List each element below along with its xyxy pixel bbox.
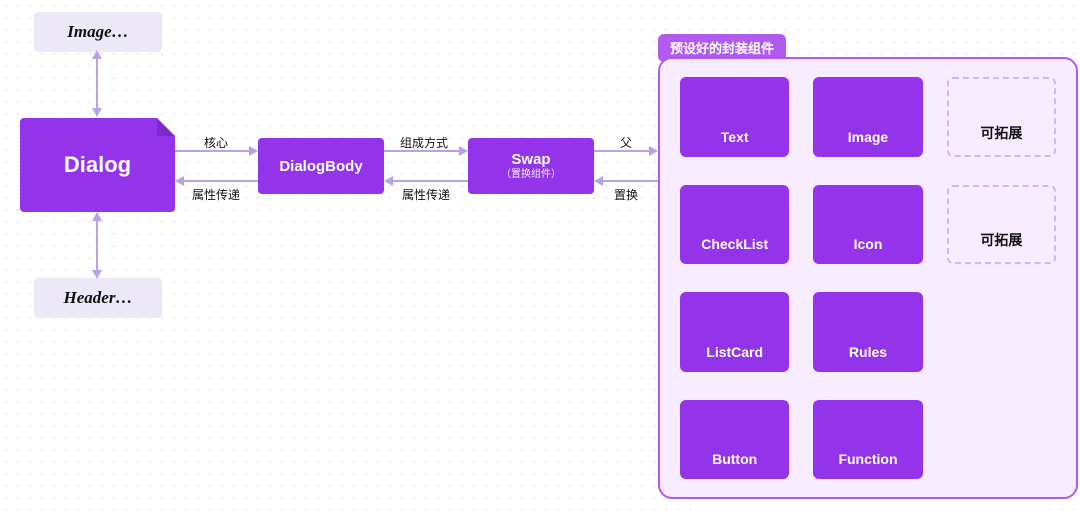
folder-empty-spacer	[947, 400, 1056, 480]
arrow-right-icon	[249, 146, 258, 156]
ghost-image-node: Image…	[34, 12, 162, 52]
swap-node: Swap （置换组件）	[468, 138, 594, 194]
folder-label: CheckList	[701, 236, 768, 252]
edge-dialog-to-image	[96, 52, 98, 112]
edge-dialog-body-bottom	[180, 180, 258, 182]
folder-label: Function	[838, 451, 897, 467]
folder-label: 可拓展	[980, 230, 1022, 250]
arrow-left-icon	[175, 176, 184, 186]
folder-extensible: 可拓展	[947, 185, 1056, 265]
folder-label: Text	[721, 129, 749, 145]
panel-grid: Text Image 可拓展 CheckList Icon 可拓展 ListCard Rule…	[680, 77, 1056, 479]
folder-label: Button	[712, 451, 757, 467]
ghost-header-label: Header…	[64, 288, 133, 308]
folder-empty-spacer	[947, 292, 1056, 372]
folder-icon: Icon	[813, 185, 922, 265]
edge-swap-panel-bottom	[599, 180, 658, 182]
folder-label: Icon	[854, 236, 883, 252]
panel-title: 预设好的封装组件	[670, 41, 774, 56]
edge-label-props2: 属性传递	[402, 186, 450, 203]
swap-title: Swap	[511, 151, 550, 169]
edge-body-swap-bottom	[389, 180, 468, 182]
swap-subtitle: （置换组件）	[501, 169, 561, 181]
arrow-up-icon	[92, 50, 102, 59]
folder-button: Button	[680, 400, 789, 480]
folder-checklist: CheckList	[680, 185, 789, 265]
folder-listcard: ListCard	[680, 292, 789, 372]
arrow-down-icon	[92, 108, 102, 117]
folder-rules: Rules	[813, 292, 922, 372]
edge-label-core: 核心	[204, 134, 228, 151]
folder-label: ListCard	[706, 344, 763, 360]
dialogbody-label: DialogBody	[279, 158, 362, 175]
arrow-right-icon	[649, 146, 658, 156]
folder-text: Text	[680, 77, 789, 157]
ghost-image-label: Image…	[67, 22, 128, 42]
folder-label: 可拓展	[980, 123, 1022, 143]
dialogbody-node: DialogBody	[258, 138, 384, 194]
arrow-left-icon	[594, 176, 603, 186]
dialog-node: Dialog	[20, 118, 175, 212]
folder-image: Image	[813, 77, 922, 157]
ghost-header-node: Header…	[34, 278, 162, 318]
edge-label-parent: 父	[620, 134, 632, 151]
arrow-left-icon	[384, 176, 393, 186]
edge-dialog-to-header	[96, 214, 98, 274]
edge-label-compose: 组成方式	[400, 134, 448, 151]
edge-label-replace: 置换	[614, 186, 638, 203]
arrow-down-icon	[92, 270, 102, 279]
folder-extensible: 可拓展	[947, 77, 1056, 157]
folder-label: Image	[848, 129, 888, 145]
folded-corner-icon	[157, 118, 175, 136]
components-panel: Text Image 可拓展 CheckList Icon 可拓展 ListCard Rule…	[658, 57, 1078, 499]
folder-label: Rules	[849, 344, 887, 360]
arrow-right-icon	[459, 146, 468, 156]
dialog-label: Dialog	[64, 152, 131, 178]
edge-label-props1: 属性传递	[192, 186, 240, 203]
arrow-up-icon	[92, 212, 102, 221]
folder-function: Function	[813, 400, 922, 480]
